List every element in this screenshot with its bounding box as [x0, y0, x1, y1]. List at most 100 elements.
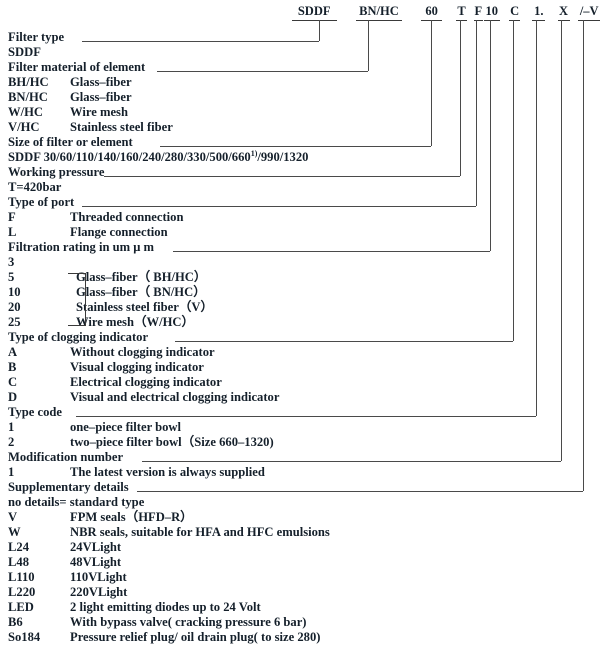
row-clog-d-desc: Visual and electrical clogging indicator — [70, 390, 280, 404]
row-rating-10-desc: Glass–fiber（ BN/HC） — [76, 285, 206, 299]
code-segment-2: 60 — [421, 4, 442, 21]
row-rating-10: 10 Glass–fiber（ BN/HC） — [8, 285, 206, 299]
row-modification-number: Modification number — [8, 450, 123, 464]
leader-filter-material-vertical — [368, 20, 370, 71]
row-type-of-port-text: Type of port — [8, 195, 75, 209]
row-clog-a-desc: Without clogging indicator — [70, 345, 215, 359]
row-rating-3-text: 3 — [8, 255, 15, 269]
code-segment-5: 10 — [483, 4, 500, 21]
row-mod-1-desc: The latest version is always supplied — [70, 465, 265, 479]
leader-filter-type-horizontal — [82, 41, 319, 42]
leader-modification-horizontal — [141, 461, 562, 462]
leader-size-horizontal — [160, 146, 431, 147]
row-supp-l220-desc: 220VLight — [70, 585, 128, 599]
leader-working-pressure-horizontal — [104, 176, 460, 177]
row-supp-so184-desc: Pressure relief plug/ oil drain plug( to… — [70, 630, 321, 644]
row-bn-hc-key: BN/HC — [8, 90, 48, 104]
leader-type-of-port-vertical — [476, 20, 478, 206]
row-supp-v-desc: FPM seals（HFD–R） — [70, 510, 193, 524]
row-filter-material-text: Filter material of element — [8, 60, 146, 74]
leader-type-code-horizontal — [75, 416, 537, 417]
row-type-code-text: Type code — [8, 405, 62, 419]
row-clog-b: B Visual clogging indicator — [8, 360, 204, 374]
row-code-1: 1 one–piece filter bowl — [8, 420, 181, 434]
row-clogging-indicator: Type of clogging indicator — [8, 330, 148, 344]
row-w-hc-key: W/HC — [8, 105, 43, 119]
row-supp-l110-key: L110 — [8, 570, 35, 584]
row-clog-a: A Without clogging indicator — [8, 345, 215, 359]
row-rating-5-key: 5 — [8, 270, 15, 284]
row-supp-b6: B6 With bypass valve( cracking pressure 6… — [8, 615, 307, 629]
row-port-l: L Flange connection — [8, 225, 168, 239]
row-rating-20: 20 Stainless steel fiber（V） — [8, 300, 213, 314]
row-clogging-indicator-text: Type of clogging indicator — [8, 330, 149, 344]
row-code-1-desc: one–piece filter bowl — [70, 420, 181, 434]
type-code-specification-diagram: SDDF BN/HC 60 T F 10 C 1. X/–V Filter type SDDF Fi… — [0, 0, 606, 662]
row-size-values-text: SDDF 30/60/110/140/160/240/280/330/500/6… — [8, 150, 251, 164]
row-port-f: F Threaded connection — [8, 210, 183, 224]
leader-size-vertical — [430, 20, 432, 146]
row-bn-hc-desc: Glass–fiber — [70, 90, 132, 104]
row-size-of-filter-text: Size of filter or element — [8, 135, 133, 149]
row-size-of-filter: Size of filter or element — [8, 135, 133, 149]
row-supp-v-key: V — [8, 510, 18, 524]
row-modification-number-text: Modification number — [8, 450, 124, 464]
row-v-hc-key: V/HC — [8, 120, 40, 134]
row-filtration-rating-text: Filtration rating in um μ m — [8, 240, 155, 254]
row-code-2-key: 2 — [8, 435, 15, 449]
row-mod-1: 1 The latest version is always supplied — [8, 465, 265, 479]
code-segment-0: SDDF — [291, 4, 337, 21]
leader-type-of-port-horizontal — [82, 206, 477, 207]
row-supp-w-key: W — [8, 525, 21, 539]
row-supp-led-desc: 2 light emitting diodes up to 24 Volt — [70, 600, 261, 614]
row-supp-none-text: no details= standard type — [8, 495, 145, 509]
row-sddf-value-text: SDDF — [8, 45, 41, 59]
row-supp-led-key: LED — [8, 600, 34, 614]
leader-filter-type-vertical — [318, 20, 320, 41]
row-size-values-tail: /990/1320 — [257, 150, 309, 164]
row-supp-l48: L48 48VLight — [8, 555, 121, 569]
row-clog-d-key: D — [8, 390, 18, 404]
row-supp-b6-desc: With bypass valve( cracking pressure 6 b… — [70, 615, 307, 629]
filtration-rating-bracket — [68, 273, 86, 326]
row-bh-hc-key: BH/HC — [8, 75, 49, 89]
row-bh-hc-desc: Glass–fiber — [70, 75, 132, 89]
row-supp-l220-key: L220 — [8, 585, 36, 599]
row-port-l-key: L — [8, 225, 17, 239]
leader-filtration-rating-vertical — [490, 20, 492, 251]
row-supp-l24-key: L24 — [8, 540, 29, 554]
row-supp-so184: So184 Pressure relief plug/ oil drain plu… — [8, 630, 320, 644]
row-bn-hc: BN/HC Glass–fiber — [8, 90, 132, 104]
row-rating-10-key: 10 — [8, 285, 21, 299]
row-rating-5-desc: Glass–fiber（ BH/HC） — [76, 270, 207, 284]
code-segment-9: /–V — [578, 4, 601, 21]
row-clog-b-key: B — [8, 360, 17, 374]
leader-clogging-horizontal — [175, 341, 513, 342]
row-rating-3: 3 — [8, 255, 14, 269]
row-supp-l24-desc: 24VLight — [70, 540, 122, 554]
row-clog-c-desc: Electrical clogging indicator — [70, 375, 222, 389]
row-supplementary: Supplementary details — [8, 480, 129, 494]
row-clog-c-key: C — [8, 375, 18, 389]
row-rating-5: 5 Glass–fiber（ BH/HC） — [8, 270, 207, 284]
row-port-l-desc: Flange connection — [70, 225, 168, 239]
row-rating-20-desc: Stainless steel fiber（V） — [76, 300, 214, 314]
row-port-f-desc: Threaded connection — [70, 210, 184, 224]
leader-working-pressure-vertical — [459, 20, 461, 176]
leader-modification-vertical — [561, 20, 563, 461]
row-mod-1-key: 1 — [8, 465, 15, 479]
row-size-values: SDDF 30/60/110/140/160/240/280/330/500/6… — [8, 149, 309, 164]
row-w-hc: W/HC Wire mesh — [8, 105, 128, 119]
code-segment-4: F — [473, 4, 483, 21]
code-segment-6: C — [509, 4, 521, 21]
leader-filtration-rating-horizontal — [173, 251, 491, 252]
row-working-pressure-text: Working pressure — [8, 165, 105, 179]
row-rating-25-desc: Wire mesh（W/HC） — [76, 315, 195, 329]
row-clog-c: C Electrical clogging indicator — [8, 375, 222, 389]
row-pressure-value: T=420bar — [8, 180, 61, 194]
leader-filter-material-horizontal — [156, 71, 369, 72]
row-clog-d: D Visual and electrical clogging indicato… — [8, 390, 279, 404]
row-type-code: Type code — [8, 405, 62, 419]
row-supp-l48-key: L48 — [8, 555, 29, 569]
row-supp-led: LED 2 light emitting diodes up to 24 Volt — [8, 600, 261, 614]
